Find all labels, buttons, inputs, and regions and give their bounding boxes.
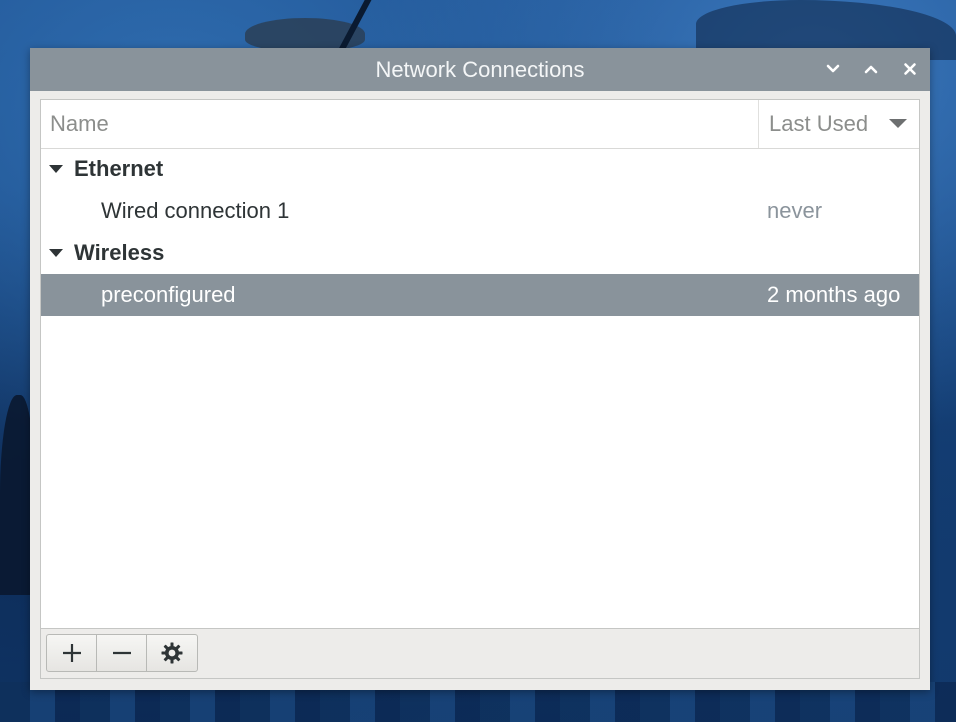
connection-name: Wired connection 1 <box>101 198 290 223</box>
window-title: Network Connections <box>375 57 585 82</box>
chevron-up-icon <box>864 65 878 74</box>
connection-row-selected[interactable]: preconfigured 2 months ago <box>41 274 919 316</box>
expander-expanded-icon[interactable] <box>49 165 63 173</box>
add-connection-button[interactable] <box>47 635 97 671</box>
maximize-button[interactable] <box>858 56 884 82</box>
plus-icon <box>62 644 81 662</box>
toolbar-button-group <box>46 634 198 672</box>
list-toolbar <box>41 628 919 678</box>
column-header-name-label: Name <box>50 111 109 136</box>
group-row-wireless[interactable]: Wireless <box>41 232 919 274</box>
close-icon <box>904 63 916 75</box>
column-header-last-used[interactable]: Last Used <box>759 100 919 148</box>
column-header-last-used-label: Last Used <box>769 111 869 136</box>
connection-last-used: 2 months ago <box>767 282 901 307</box>
gear-icon <box>161 642 183 664</box>
connection-last-used: never <box>767 198 823 223</box>
group-row-ethernet[interactable]: Ethernet <box>41 148 919 190</box>
title-bar[interactable]: Network Connections <box>30 48 930 91</box>
connections-list: Name Last Used Ethernet Wired connection… <box>40 99 920 679</box>
list-header: Name Last Used <box>41 100 919 149</box>
column-header-name[interactable]: Name <box>41 100 759 148</box>
connection-name: preconfigured <box>101 282 236 307</box>
chevron-down-icon <box>826 64 840 73</box>
sort-descending-icon <box>889 119 907 128</box>
minus-icon <box>112 651 131 655</box>
connection-row[interactable]: Wired connection 1 never <box>41 190 919 232</box>
wallpaper-figure <box>0 395 34 595</box>
remove-connection-button[interactable] <box>97 635 147 671</box>
edit-connection-button[interactable] <box>147 635 197 671</box>
close-button[interactable] <box>897 56 923 82</box>
group-label: Wireless <box>74 240 165 265</box>
expander-expanded-icon[interactable] <box>49 249 63 257</box>
minimize-button[interactable] <box>820 56 846 82</box>
network-connections-window: Network Connections Name Last Used Ether… <box>30 48 930 690</box>
group-label: Ethernet <box>74 156 164 181</box>
